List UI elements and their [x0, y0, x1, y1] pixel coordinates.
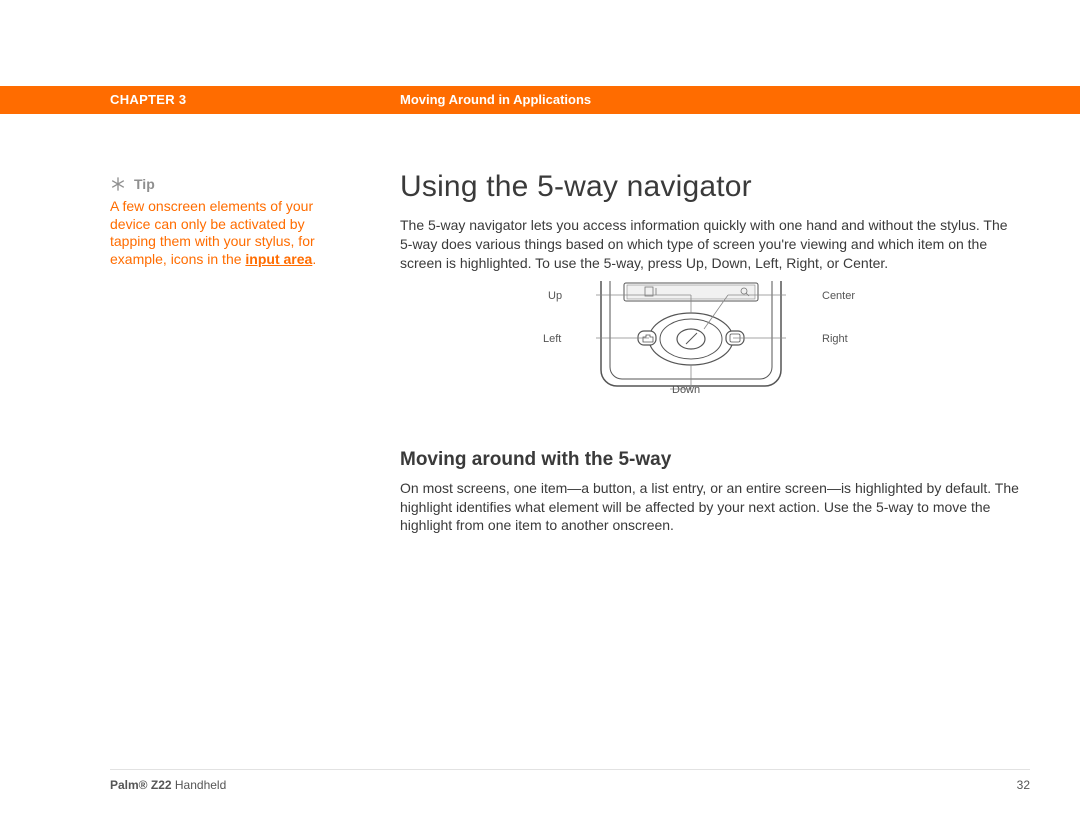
label-up: Up	[548, 290, 562, 302]
device-illustration	[596, 281, 786, 391]
tip-label: Tip	[134, 176, 155, 192]
label-right: Right	[822, 333, 848, 345]
subheading: Moving around with the 5-way	[400, 449, 1020, 471]
label-down: Down	[672, 384, 700, 396]
label-left: Left	[543, 333, 561, 345]
product-name-bold: Palm® Z22	[110, 778, 172, 792]
page-heading: Using the 5-way navigator	[400, 170, 1020, 204]
navigator-diagram: Up Left Center Right Down	[400, 281, 1020, 411]
page: CHAPTER 3 Moving Around in Applications …	[0, 0, 1080, 834]
footer-rule	[110, 769, 1030, 770]
product-name-rest: Handheld	[172, 778, 227, 792]
asterisk-icon	[110, 176, 126, 192]
tip-link-input-area[interactable]: input area	[245, 251, 312, 267]
footer: Palm® Z22 Handheld 32	[110, 778, 1030, 792]
chapter-label: CHAPTER 3	[110, 92, 186, 107]
page-number: 32	[1017, 778, 1030, 792]
main-content: Using the 5-way navigator The 5-way navi…	[400, 170, 1020, 535]
tip-header: Tip	[110, 176, 345, 192]
tip-body: A few onscreen elements of your device c…	[110, 198, 345, 268]
product-name: Palm® Z22 Handheld	[110, 778, 226, 792]
tip-suffix: .	[312, 251, 316, 267]
subsection-paragraph: On most screens, one item—a button, a li…	[400, 479, 1020, 536]
intro-paragraph: The 5-way navigator lets you access info…	[400, 216, 1020, 273]
sidebar-tip: Tip A few onscreen elements of your devi…	[110, 176, 345, 268]
header-bar: CHAPTER 3 Moving Around in Applications	[0, 86, 1080, 114]
label-center: Center	[822, 290, 855, 302]
section-title: Moving Around in Applications	[400, 92, 591, 107]
